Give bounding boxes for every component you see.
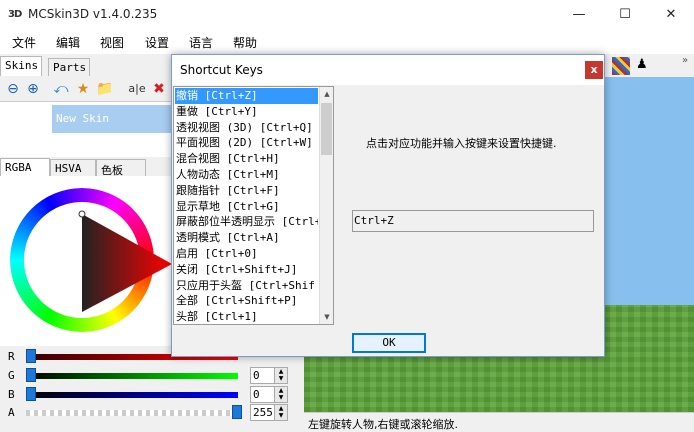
folder-icon[interactable]: 📁 [96, 80, 114, 98]
title-bar: 3D MCSkin3D v1.4.0.235 — ☐ ✕ [0, 0, 694, 30]
menu-bar: 文件 编辑 视图 设置 语言 帮助 [0, 30, 694, 54]
menu-file[interactable]: 文件 [12, 34, 36, 51]
scroll-thumb[interactable] [321, 103, 332, 155]
zoom-out-icon[interactable]: ⊖ [4, 80, 22, 98]
scroll-down-icon[interactable]: ▼ [320, 310, 333, 324]
scroll-up-icon[interactable]: ▲ [320, 87, 333, 101]
dialog-title: Shortcut Keys [180, 63, 263, 77]
hue-marker [78, 210, 86, 218]
shortcut-list-scrollbar[interactable]: ▲ ▼ [319, 87, 333, 324]
slider-b-thumb[interactable] [26, 387, 36, 401]
b-spinner[interactable]: ▲ ▼ [274, 386, 288, 403]
tab-skins[interactable]: Skins [0, 56, 42, 76]
shortcut-list-item[interactable]: 启用 [Ctrl+0] [175, 246, 318, 262]
shortcut-list[interactable]: 撤销 [Ctrl+Z] 重做 [Ctrl+Y] 透视视图 (3D) [Ctrl+Q]… [173, 86, 334, 325]
slider-r-thumb[interactable] [26, 349, 36, 363]
tab-parts[interactable]: Parts [48, 58, 90, 76]
character-icon[interactable]: ♟ [636, 57, 648, 72]
menu-help[interactable]: 帮助 [233, 34, 257, 51]
shortcut-list-item[interactable]: 平面视图 (2D) [Ctrl+W] [175, 135, 318, 151]
rename-icon[interactable]: a|e [128, 80, 146, 98]
shortcut-list-item[interactable]: 撤销 [Ctrl+Z] [175, 88, 318, 104]
status-bar: 左键旋转人物,右键或滚轮缩放. [304, 412, 694, 432]
g-value-input[interactable]: 0 [250, 367, 275, 384]
shortcut-list-item[interactable]: 只应用于头盔 [Ctrl+Shif [175, 278, 318, 294]
skin-list-item[interactable]: New Skin [52, 105, 172, 133]
shortcut-list-item[interactable]: 关闭 [Ctrl+Shift+J] [175, 262, 318, 278]
a-value-input[interactable]: 255 [250, 404, 275, 421]
shortcut-key-field[interactable]: Ctrl+Z [352, 210, 594, 232]
shortcut-list-item[interactable]: 跟随指针 [Ctrl+F] [175, 183, 318, 199]
shortcut-list-item[interactable]: 全部 [Ctrl+Shift+P] [175, 293, 318, 309]
tab-rgba[interactable]: RGBA [0, 158, 50, 177]
close-button[interactable]: ✕ [648, 0, 694, 30]
minimize-button[interactable]: — [556, 0, 602, 30]
shortcut-list-item[interactable]: 透视视图 (3D) [Ctrl+Q] [175, 120, 318, 136]
delete-icon[interactable]: ✖ [150, 80, 168, 98]
shortcut-list-item[interactable]: 重做 [Ctrl+Y] [175, 104, 318, 120]
window-title: MCSkin3D v1.4.0.235 [28, 7, 158, 21]
menu-view[interactable]: 视图 [100, 34, 124, 51]
slider-g: G 0 ▲ ▼ [0, 367, 300, 385]
skin-list: New Skin [0, 101, 172, 157]
b-value-input[interactable]: 0 [250, 386, 275, 403]
dialog-title-bar: Shortcut Keys x [172, 55, 604, 85]
maximize-button[interactable]: ☐ [602, 0, 648, 30]
texture-icon[interactable] [612, 57, 630, 75]
shortcut-list-item[interactable]: 人物动态 [Ctrl+M] [175, 167, 318, 183]
ok-button[interactable]: OK [352, 333, 426, 353]
slider-b: B 0 ▲ ▼ [0, 386, 300, 404]
dialog-instruction: 点击对应功能并输入按键来设置快捷键. [366, 137, 557, 150]
shortcut-list-item[interactable]: 混合视图 [Ctrl+H] [175, 151, 318, 167]
slider-a: A 255 ▲ ▼ [0, 404, 300, 422]
menu-edit[interactable]: 编辑 [56, 34, 80, 51]
shortcut-list-item[interactable]: 显示草地 [Ctrl+G] [175, 199, 318, 215]
new-skin-icon[interactable]: ★ [74, 80, 92, 98]
menu-settings[interactable]: 设置 [145, 34, 169, 51]
shortcut-list-item[interactable]: 屏蔽部位半透明显示 [Ctrl+ [175, 214, 318, 230]
shortcut-list-item[interactable]: 头部 [Ctrl+1] [175, 309, 318, 324]
skin-toolbar: ⊖ ⊕ ⤺ ★ 📁 a|e ✖ [0, 76, 172, 101]
overflow-chevron-icon[interactable]: » [682, 55, 688, 66]
slider-g-thumb[interactable] [26, 368, 36, 382]
tab-hsva[interactable]: HSVA [50, 159, 96, 177]
menu-language[interactable]: 语言 [189, 34, 213, 51]
slider-a-thumb[interactable] [232, 405, 242, 419]
app-icon: 3D [8, 9, 22, 20]
shortcut-list-item[interactable]: 透明模式 [Ctrl+A] [175, 230, 318, 246]
tab-palette[interactable]: 色板 [96, 159, 146, 177]
g-spinner[interactable]: ▲ ▼ [274, 367, 288, 384]
shortcut-keys-dialog: Shortcut Keys x 撤销 [Ctrl+Z] 重做 [Ctrl+Y] 透视… [171, 54, 605, 357]
a-spinner[interactable]: ▲ ▼ [274, 404, 288, 421]
import-arrow-icon[interactable]: ⤺ [52, 80, 70, 98]
dialog-close-button[interactable]: x [585, 61, 603, 79]
zoom-in-icon[interactable]: ⊕ [24, 80, 42, 98]
